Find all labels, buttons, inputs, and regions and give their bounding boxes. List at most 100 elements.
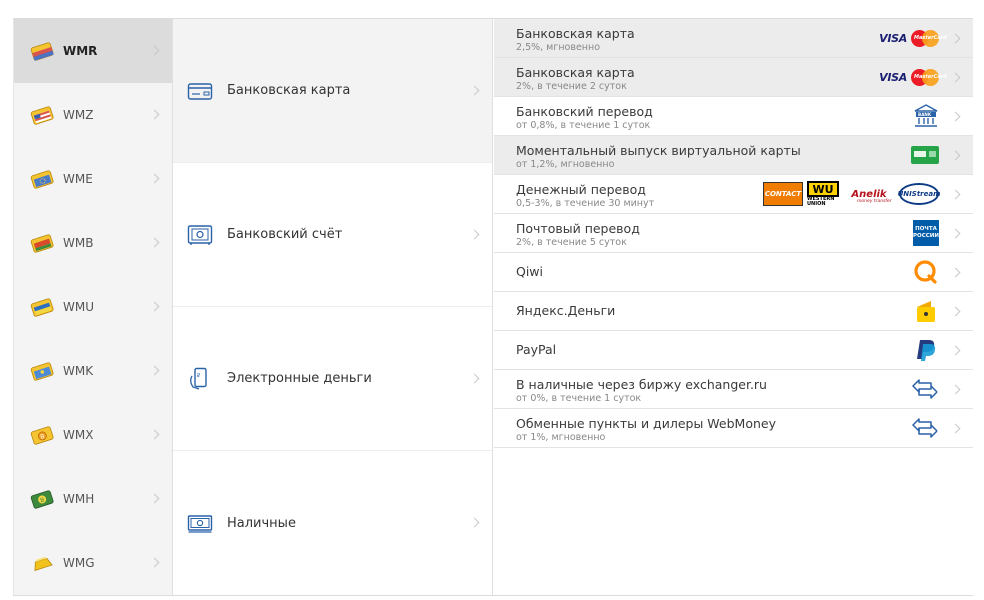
currency-label: WMH (63, 492, 95, 506)
wallet-wmz-icon (30, 106, 54, 125)
currency-item-wmz[interactable]: WMZ (14, 83, 172, 147)
anelik-logo: Anelik money transfer (843, 182, 895, 206)
chevron-right-icon (149, 301, 160, 312)
option-title: Банковская карта (516, 65, 635, 80)
method-list: Банковская карта Банковский счёт ₽ Элект… (173, 19, 493, 595)
method-item-cash[interactable]: Наличные (173, 451, 492, 595)
option-virtual-card[interactable]: Моментальный выпуск виртуальной карты от… (494, 136, 973, 175)
option-money-transfer[interactable]: Денежный перевод 0,5-3%, в течение 30 ми… (494, 175, 973, 214)
bank-label: BANK (918, 112, 932, 117)
virtual-card-icon (911, 146, 939, 164)
option-logos: CONTACT WU WESTERN UNION Anelik money tr… (763, 175, 940, 213)
chevron-right-icon (950, 384, 961, 395)
option-subtitle: 2,5%, мгновенно (516, 42, 601, 53)
currency-label: WMX (63, 428, 94, 442)
wallet-wmk-icon (30, 362, 54, 381)
bank-building-icon: BANK (914, 104, 938, 127)
safe-icon (187, 224, 213, 245)
option-logos (911, 409, 939, 447)
currency-label: WME (63, 172, 93, 186)
bank-card-icon (187, 82, 213, 100)
currency-item-wmk[interactable]: WMK (14, 339, 172, 403)
chevron-right-icon (149, 173, 160, 184)
option-paypal[interactable]: PayPal (494, 331, 973, 370)
paypal-icon (917, 340, 936, 361)
chevron-right-icon (950, 228, 961, 239)
option-title: Почтовый перевод (516, 221, 640, 236)
currency-label: WMZ (63, 108, 94, 122)
option-logos: VISA MasterCard (879, 19, 947, 57)
contact-logo: CONTACT (763, 182, 803, 206)
russian-post-logo: ПОЧТА РОССИИ (913, 220, 939, 246)
option-exchanger[interactable]: В наличные через биржу exchanger.ru от 0… (494, 370, 973, 409)
mastercard-logo: MasterCard (911, 29, 947, 47)
chevron-right-icon (950, 423, 961, 434)
currency-item-wmg[interactable]: WMG (14, 531, 172, 595)
wu-text: WESTERN UNION (807, 196, 835, 207)
chevron-right-icon (149, 45, 160, 56)
chevron-right-icon (950, 189, 961, 200)
currency-label: WMR (63, 44, 98, 58)
western-union-logo: WU WESTERN UNION (807, 181, 839, 207)
option-title: Банковский перевод (516, 104, 653, 119)
option-subtitle: от 0,8%, в течение 1 суток (516, 120, 651, 131)
currency-item-wmh[interactable]: B WMH (14, 467, 172, 531)
option-logos: BANK (913, 97, 939, 135)
option-logos: ПОЧТА РОССИИ (913, 214, 939, 252)
option-logos (913, 331, 939, 369)
currency-item-wmu[interactable]: WMU (14, 275, 172, 339)
option-title: Банковская карта (516, 26, 635, 41)
currency-label: WMK (63, 364, 94, 378)
currency-item-wme[interactable]: WME (14, 147, 172, 211)
option-bank-card-2days[interactable]: Банковская карта 2%, в течение 2 суток V… (494, 58, 973, 97)
chevron-right-icon (469, 373, 480, 384)
anelik-text: Anelik (851, 188, 887, 200)
visa-logo: VISA (879, 31, 907, 45)
exchange-arrows-icon (912, 379, 938, 399)
option-qiwi[interactable]: Qiwi (494, 253, 973, 292)
chevron-right-icon (469, 229, 480, 240)
option-logos: VISA MasterCard (879, 58, 947, 96)
unistream-logo: UNIStream (898, 183, 940, 205)
chevron-right-icon (469, 517, 480, 528)
method-label: Электронные деньги (227, 371, 372, 386)
option-title: Обменные пункты и дилеры WebMoney (516, 416, 776, 431)
visa-logo: VISA (879, 70, 907, 84)
option-postal-transfer[interactable]: Почтовый перевод 2%, в течение 5 суток П… (494, 214, 973, 253)
currency-item-wmr[interactable]: WMR (14, 19, 172, 83)
option-subtitle: от 1,2%, мгновенно (516, 159, 615, 170)
currency-label: WMB (63, 236, 94, 250)
option-title: Qiwi (516, 264, 544, 279)
option-subtitle: 2%, в течение 2 суток (516, 81, 627, 92)
option-bank-card-instant[interactable]: Банковская карта 2,5%, мгновенно VISA Ma… (494, 19, 973, 58)
yandex-money-icon (917, 301, 935, 322)
cash-icon (187, 515, 213, 533)
option-logos (913, 292, 939, 330)
gold-bar-icon (34, 557, 53, 572)
option-webmoney-dealers[interactable]: Обменные пункты и дилеры WebMoney от 1%,… (494, 409, 973, 448)
option-logos (911, 370, 939, 408)
currency-item-wmb[interactable]: WMB (14, 211, 172, 275)
method-label: Банковский счёт (227, 227, 343, 242)
wallet-wmh-icon: B (30, 490, 54, 509)
method-item-e-money[interactable]: ₽ Электронные деньги (173, 307, 492, 451)
option-subtitle: 0,5-3%, в течение 30 минут (516, 198, 655, 209)
chevron-right-icon (149, 365, 160, 376)
chevron-right-icon (469, 85, 480, 96)
option-yandex-money[interactable]: Яндекс.Деньги (494, 292, 973, 331)
method-item-bank-account[interactable]: Банковский счёт (173, 163, 492, 307)
payment-methods-panel: WMR WMZ WME WMB WMU WMK B WMX B WMH WMG … (13, 18, 973, 596)
option-title: Яндекс.Деньги (516, 303, 616, 318)
method-item-bank-card[interactable]: Банковская карта (173, 19, 492, 163)
option-title: Моментальный выпуск виртуальной карты (516, 143, 801, 158)
anelik-subtext: money transfer (857, 199, 892, 204)
method-label: Наличные (227, 515, 296, 531)
payment-options-list: Банковская карта 2,5%, мгновенно VISA Ma… (494, 19, 973, 595)
chevron-right-icon (950, 33, 961, 44)
currency-list: WMR WMZ WME WMB WMU WMK B WMX B WMH WMG (13, 19, 173, 595)
option-bank-transfer[interactable]: Банковский перевод от 0,8%, в течение 1 … (494, 97, 973, 136)
chevron-right-icon (149, 237, 160, 248)
chevron-right-icon (950, 72, 961, 83)
currency-item-wmx[interactable]: B WMX (14, 403, 172, 467)
chevron-right-icon (950, 306, 961, 317)
